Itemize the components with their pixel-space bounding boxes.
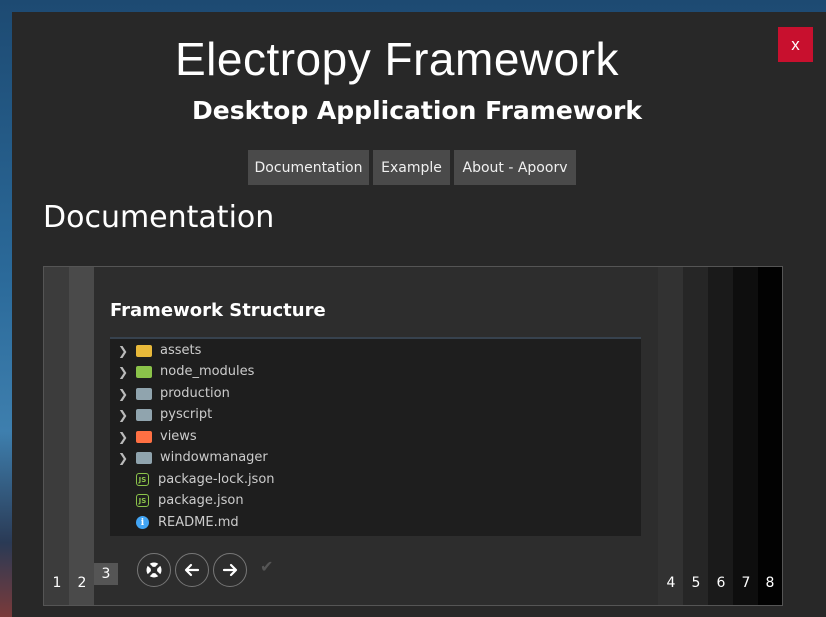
app-window: x Electropy Framework Desktop Applicatio… — [12, 12, 826, 617]
tree-item-package-json[interactable]: JS package.json — [110, 490, 244, 511]
tree-item-assets[interactable]: ❯ assets — [110, 340, 201, 361]
tree-item-readme[interactable]: i README.md — [110, 512, 239, 533]
folder-icon — [136, 408, 152, 421]
app-subtitle: Desktop Application Framework — [191, 96, 642, 125]
page-strip-7[interactable]: 7 — [733, 267, 758, 605]
page-strip-5[interactable]: 5 — [683, 267, 708, 605]
tree-item-views[interactable]: ❯ views — [110, 426, 197, 447]
file-tree: ❯ assets ❯ node_modules ❯ production ❯ p… — [110, 337, 641, 536]
nav-documentation-button[interactable]: Documentation — [248, 150, 369, 185]
page-number-4: 4 — [666, 575, 676, 591]
tree-item-label: pyscript — [160, 407, 213, 422]
info-icon: i — [136, 516, 149, 529]
tree-item-label: node_modules — [160, 364, 255, 379]
node-modules-folder-icon — [136, 365, 152, 378]
page-number-5: 5 — [691, 575, 701, 591]
page-number-1: 1 — [52, 575, 62, 591]
nodejs-icon: JS — [136, 494, 149, 507]
tree-item-windowmanager[interactable]: ❯ windowmanager — [110, 447, 268, 468]
tree-item-label: package.json — [158, 493, 244, 508]
page-strip-1[interactable]: 1 — [44, 267, 69, 605]
page-number-6: 6 — [716, 575, 726, 591]
prev-button[interactable] — [175, 553, 209, 587]
next-button[interactable] — [213, 553, 247, 587]
app-title: Electropy Framework — [174, 33, 620, 85]
page-strip-8[interactable]: 8 — [758, 267, 782, 605]
chevron-right-icon: ❯ — [118, 386, 129, 401]
nav-example-button[interactable]: Example — [373, 150, 450, 185]
tree-item-package-lock[interactable]: JS package-lock.json — [110, 469, 275, 490]
lifebuoy-icon — [146, 562, 162, 578]
nodejs-icon: JS — [136, 473, 149, 486]
page-number-2: 2 — [77, 575, 87, 591]
chevron-right-icon: ❯ — [118, 364, 129, 379]
assets-folder-icon — [136, 344, 152, 357]
slide-title: Framework Structure — [110, 300, 326, 321]
tree-item-label: assets — [160, 343, 202, 358]
arrow-right-icon — [222, 563, 238, 577]
tree-item-label: windowmanager — [160, 450, 268, 465]
chevron-right-icon: ❯ — [118, 343, 129, 358]
slide-viewer: 1 2 3 Framework Structure ❯ assets ❯ nod… — [43, 266, 783, 606]
page-number-3: 3 — [94, 563, 118, 585]
lifebuoy-button[interactable] — [137, 553, 171, 587]
nav-about-button[interactable]: About - Apoorv — [454, 150, 576, 185]
page-strip-6[interactable]: 6 — [708, 267, 733, 605]
chevron-right-icon: ❯ — [118, 407, 129, 422]
chevron-right-icon: ❯ — [118, 429, 129, 444]
tree-item-pyscript[interactable]: ❯ pyscript — [110, 404, 212, 425]
folder-icon — [136, 387, 152, 400]
checkmark-icon: ✔ — [260, 557, 274, 576]
close-button[interactable]: x — [778, 27, 813, 62]
nav-bar: Documentation Example About - Apoorv — [248, 150, 576, 185]
chevron-right-icon: ❯ — [118, 450, 129, 465]
tree-item-label: package-lock.json — [158, 472, 275, 487]
arrow-left-icon — [184, 563, 200, 577]
tree-item-production[interactable]: ❯ production — [110, 383, 230, 404]
folder-icon — [136, 451, 152, 464]
tree-item-label: production — [160, 386, 230, 401]
views-folder-icon — [136, 430, 152, 443]
page-number-8: 8 — [765, 575, 775, 591]
page-strip-4[interactable]: 4 — [658, 267, 683, 605]
section-title: Documentation — [43, 200, 275, 235]
tree-item-node-modules[interactable]: ❯ node_modules — [110, 361, 254, 382]
tree-item-label: views — [160, 429, 197, 444]
tree-item-label: README.md — [158, 515, 239, 530]
page-number-7: 7 — [741, 575, 751, 591]
page-strip-2[interactable]: 2 — [69, 267, 94, 605]
